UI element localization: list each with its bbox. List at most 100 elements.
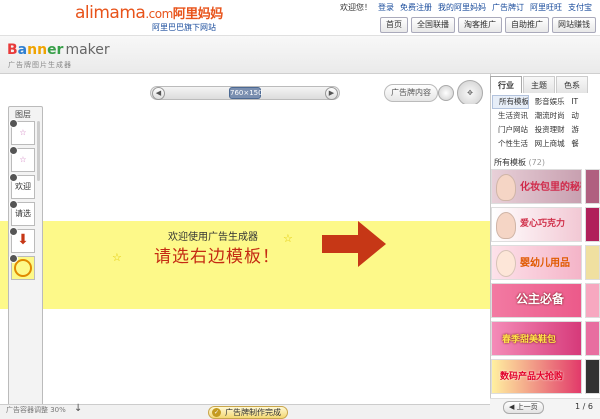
template-thumbnail-partial[interactable] xyxy=(585,169,600,204)
star-icon: ☆ xyxy=(283,232,293,245)
template-thumbnail[interactable]: 化妆包里的秘密 xyxy=(491,169,582,204)
model-face-icon xyxy=(496,212,516,239)
template-thumbnail[interactable]: 数码产品大抢购 xyxy=(491,359,582,394)
zoom-status-text: 广告容器调整 30% xyxy=(6,406,66,414)
category-tabs: 行业 主题 色系 xyxy=(490,76,600,93)
prev-page-button[interactable]: ◀ 上一页 xyxy=(503,401,544,414)
category-item[interactable]: 网上商城 xyxy=(529,137,566,151)
wangwang-link[interactable]: 阿里旺旺 xyxy=(530,2,562,13)
category-item[interactable]: 影音娱乐 xyxy=(529,95,566,109)
finish-ad-label: 广告牌制作完成 xyxy=(225,408,281,417)
banner-maker-logo: Banner maker xyxy=(7,42,110,58)
template-title: 化妆包里的秘密 xyxy=(520,182,581,193)
template-row: 公主必备 xyxy=(491,282,600,319)
template-thumbnail[interactable]: 婴幼儿用品 xyxy=(491,245,582,280)
size-left-arrow-icon[interactable]: ◀ xyxy=(152,87,165,100)
logo-letter-er: er xyxy=(47,42,64,58)
template-thumbnail-partial[interactable] xyxy=(585,283,600,318)
layer-visibility-icon[interactable] xyxy=(9,119,18,128)
layer-item-welcome[interactable]: 欢迎 xyxy=(9,173,35,199)
category-item[interactable]: 生活资讯 xyxy=(492,109,529,123)
logo-letter-nn: nn xyxy=(27,42,48,58)
logo-subtitle: 阿里巴巴旗下网站 xyxy=(152,23,216,32)
tab-theme[interactable]: 主题 xyxy=(523,76,555,93)
tab-industry[interactable]: 行业 xyxy=(490,76,522,93)
all-templates-heading: 所有模板 (72) xyxy=(494,157,545,168)
logo-letter-b: B xyxy=(7,42,18,58)
layer-item-star-1[interactable]: ☆ xyxy=(9,119,35,145)
layer-item-star-2[interactable]: ☆ xyxy=(9,146,35,172)
nav-self-promo-button[interactable]: 自助推广 xyxy=(505,17,549,33)
layers-title: 图层 xyxy=(15,110,31,119)
template-thumbnail-partial[interactable] xyxy=(585,207,600,242)
category-item[interactable]: 投资理财 xyxy=(529,123,566,137)
tab-color[interactable]: 色系 xyxy=(556,76,588,93)
prev-page-label: 上一页 xyxy=(516,403,538,411)
banner-maker-subtitle: 广告牌图片生成器 xyxy=(8,61,72,69)
layer-item-prompt[interactable]: 请选 xyxy=(9,200,35,226)
layers-scrollbar[interactable] xyxy=(37,121,40,181)
template-thumbnail[interactable]: 公主必备 xyxy=(491,283,582,318)
finish-ad-button[interactable]: ✓ 广告牌制作完成 xyxy=(208,406,288,419)
nav-taoke-button[interactable]: 淘客推广 xyxy=(458,17,502,33)
nav-earn-button[interactable]: 网站赚钱 xyxy=(552,17,596,33)
zoom-down-arrow-icon[interactable]: ↓ xyxy=(74,403,82,414)
model-face-icon xyxy=(496,174,516,201)
logo-cn: 阿里妈妈 xyxy=(172,7,224,22)
nav-network-button[interactable]: 全国联播 xyxy=(411,17,455,33)
template-row: 婴幼儿用品 xyxy=(491,244,600,281)
layer-visibility-icon[interactable] xyxy=(9,254,18,263)
template-title: 春季甜美鞋包 xyxy=(502,335,557,345)
category-item[interactable]: 动 xyxy=(565,109,600,123)
size-value-badge[interactable]: 760×150 xyxy=(229,87,263,99)
reset-circle-icon[interactable] xyxy=(438,85,454,101)
layer-label: 请选 xyxy=(15,209,31,218)
banner-prompt-text: 请选右边模板！ xyxy=(154,247,280,267)
nav-home-button[interactable]: 首页 xyxy=(380,17,408,33)
alimama-logo[interactable]: alimama.com阿里妈妈 xyxy=(75,3,223,23)
alipay-link[interactable]: 支付宝 xyxy=(568,2,592,13)
template-thumbnail-partial[interactable] xyxy=(585,245,600,280)
ad-content-button[interactable]: 广告牌内容 xyxy=(384,84,438,102)
category-item[interactable]: 个性生活 xyxy=(492,137,529,151)
category-item[interactable]: 潮流时尚 xyxy=(529,109,566,123)
circle-shape-icon xyxy=(14,259,32,277)
check-icon: ✓ xyxy=(212,408,221,417)
all-templates-label: 所有模板 xyxy=(494,158,526,167)
my-alimama-link[interactable]: 我的阿里妈妈 xyxy=(438,2,486,13)
template-thumbnail-partial[interactable] xyxy=(585,321,600,356)
login-link[interactable]: 登录 xyxy=(378,2,394,13)
page-number: 1 / 6 xyxy=(575,402,593,411)
template-row: 数码产品大抢购 xyxy=(491,358,600,395)
direction-pad-icon[interactable]: ✥ xyxy=(457,80,483,106)
banner-welcome-text: 欢迎使用广告生成器 xyxy=(168,232,258,243)
category-item[interactable]: IT xyxy=(565,95,600,109)
down-arrow-icon: ⬇ xyxy=(17,232,29,248)
star-outline-icon: ☆ xyxy=(19,155,27,164)
layer-visibility-icon[interactable] xyxy=(9,173,18,182)
main-nav: 首页 全国联播 淘客推广 自助推广 网站赚钱 xyxy=(380,17,596,33)
category-item[interactable]: 所有模板 xyxy=(492,95,529,109)
logo-maker-word: maker xyxy=(65,42,110,58)
welcome-text: 欢迎您！ xyxy=(340,3,372,12)
layer-item-arrow[interactable]: ⬇ xyxy=(9,227,35,253)
category-item[interactable]: 游 xyxy=(565,123,600,137)
category-item[interactable]: 门户网站 xyxy=(492,123,529,137)
star-icon: ☆ xyxy=(112,251,122,264)
ad-sign-link[interactable]: 广告牌订 xyxy=(492,2,524,13)
star-outline-icon: ☆ xyxy=(19,128,27,137)
size-right-arrow-icon[interactable]: ▶ xyxy=(325,87,338,100)
category-item[interactable]: 餐 xyxy=(565,137,600,151)
layer-visibility-icon[interactable] xyxy=(9,200,18,209)
register-link[interactable]: 免费注册 xyxy=(400,2,432,13)
layer-visibility-icon[interactable] xyxy=(9,146,18,155)
template-thumbnail[interactable]: 春季甜美鞋包 xyxy=(491,321,582,356)
template-thumbnail-partial[interactable] xyxy=(585,359,600,394)
layer-visibility-icon[interactable] xyxy=(9,227,18,236)
template-thumbnail[interactable]: 爱心巧克力 xyxy=(491,207,582,242)
layer-item-background[interactable] xyxy=(9,254,35,280)
all-templates-count: (72) xyxy=(528,158,545,167)
top-header: alimama.com阿里妈妈 阿里巴巴旗下网站 欢迎您！ 登录 免费注册 我的… xyxy=(0,0,600,36)
template-title: 公主必备 xyxy=(516,292,565,306)
logo-dotcom: .com xyxy=(145,7,173,21)
